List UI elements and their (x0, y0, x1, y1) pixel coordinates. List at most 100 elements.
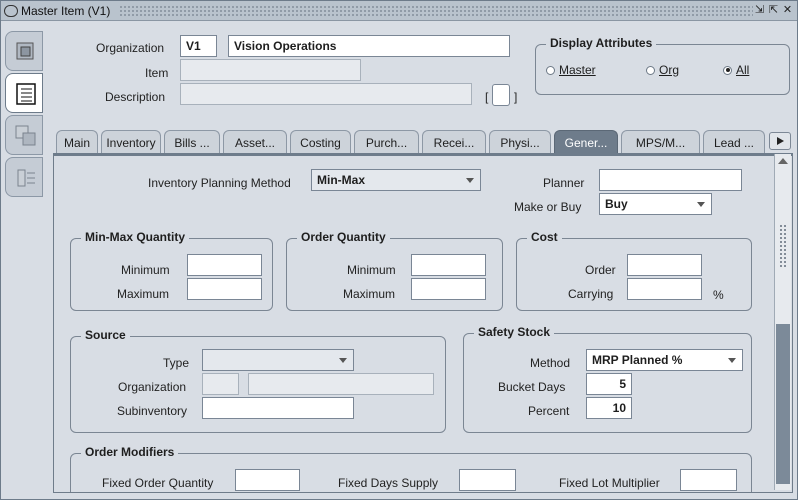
tree-tab[interactable] (5, 157, 43, 197)
tab-main[interactable]: Main (56, 130, 98, 154)
cost-order-label: Order (585, 263, 616, 277)
source-subinventory-field[interactable] (202, 397, 354, 419)
safety-stock-method-select[interactable]: MRP Planned % (586, 349, 743, 371)
source-type-label: Type (163, 356, 190, 370)
description-label: Description (105, 90, 166, 104)
fixed-lot-multiplier-field[interactable] (680, 469, 737, 491)
source-type-select[interactable] (202, 349, 354, 371)
radio-org-label: Org (659, 63, 680, 77)
source-organization-label: Organization (118, 380, 187, 394)
list-icon (16, 83, 36, 105)
inventory-planning-method-select[interactable]: Min-Max (311, 169, 481, 191)
planner-field[interactable] (599, 169, 742, 191)
tab-purchasing[interactable]: Purch... (354, 130, 419, 154)
tab-scroll-right-button[interactable] (769, 132, 791, 150)
safety-stock-percent-field[interactable]: 10 (586, 397, 632, 419)
cost-carrying-field[interactable] (627, 278, 702, 300)
order-quantity-maximum-field[interactable] (411, 278, 486, 300)
cost-title: Cost (527, 230, 562, 244)
tab-receiving[interactable]: Recei... (422, 130, 486, 154)
tab-bills[interactable]: Bills ... (164, 130, 220, 154)
source-title: Source (81, 328, 130, 342)
tab-costing[interactable]: Costing (290, 130, 351, 154)
safety-stock-method-value: MRP Planned % (592, 353, 683, 367)
cost-percent-sign: % (713, 288, 724, 302)
organization-code-field[interactable]: V1 (180, 35, 217, 57)
bucket-days-field[interactable]: 5 (586, 373, 632, 395)
order-modifiers-group: Order Modifiers Fixed Order Quantity Fix… (70, 445, 752, 492)
inventory-planning-method-label: Inventory Planning Method (148, 176, 291, 190)
safety-stock-percent-label: Percent (528, 404, 570, 418)
tab-strip: Main Inventory Bills ... Asset... Costin… (53, 130, 795, 154)
tab-asset[interactable]: Asset... (223, 130, 287, 154)
scroll-up-icon[interactable] (778, 158, 788, 164)
safety-stock-group: Safety Stock Method MRP Planned % Bucket… (463, 325, 752, 433)
item-label: Item (145, 66, 169, 80)
order-quantity-group: Order Quantity Minimum Maximum (286, 230, 503, 311)
source-group: Source Type Organization Subinventory (70, 328, 446, 433)
tab-inventory[interactable]: Inventory (101, 130, 161, 154)
radio-org[interactable]: Org (646, 63, 679, 77)
tab-physical[interactable]: Physi... (489, 130, 551, 154)
tab-lead-times[interactable]: Lead ... (703, 130, 765, 154)
list-tab[interactable] (5, 73, 43, 113)
minimize-icon[interactable]: ⇲ (753, 3, 766, 18)
organization-name-field[interactable]: Vision Operations (228, 35, 510, 57)
cost-carrying-label: Carrying (568, 287, 614, 301)
scroll-thumb[interactable] (776, 324, 790, 484)
vertical-scrollbar[interactable] (774, 154, 791, 490)
minmax-minimum-field[interactable] (187, 254, 262, 276)
chevron-down-icon (466, 178, 474, 183)
chevron-down-icon (697, 202, 705, 207)
fixed-order-quantity-field[interactable] (235, 469, 300, 491)
radio-master-label: Master (559, 63, 596, 77)
source-organization-name-field[interactable] (248, 373, 434, 395)
source-subinventory-label: Subinventory (117, 404, 188, 418)
title-bar-pattern (119, 5, 753, 16)
tab-mps-mrp[interactable]: MPS/M... (621, 130, 700, 154)
minmax-quantity-group: Min-Max Quantity Minimum Maximum (70, 230, 273, 311)
fixed-days-supply-field[interactable] (459, 469, 516, 491)
radio-all-dot (723, 65, 732, 75)
order-quantity-title: Order Quantity (297, 230, 390, 244)
chevron-down-icon (339, 358, 347, 363)
master-item-window: Master Item (V1) ⇲ ⇱ ✕ Organization V1 V… (0, 0, 798, 500)
window-icon (4, 5, 18, 17)
bracket-right: ] (514, 90, 518, 104)
window-title: Master Item (V1) (21, 4, 111, 18)
order-quantity-minimum-label: Minimum (347, 263, 396, 277)
make-or-buy-select[interactable]: Buy (599, 193, 712, 215)
scroll-grip (779, 224, 787, 268)
radio-master[interactable]: Master (546, 63, 596, 77)
bucket-days-label: Bucket Days (498, 380, 566, 394)
order-quantity-maximum-label: Maximum (343, 287, 396, 301)
general-planning-panel: Inventory Planning Method Min-Max Planne… (53, 153, 793, 493)
descriptive-flexfield-button[interactable] (492, 84, 510, 106)
minmax-maximum-field[interactable] (187, 278, 262, 300)
display-attributes-group: Display Attributes Master Org All (535, 36, 790, 95)
minmax-quantity-title: Min-Max Quantity (81, 230, 190, 244)
close-icon[interactable]: ✕ (781, 3, 794, 18)
safety-stock-title: Safety Stock (474, 325, 555, 339)
image-tab[interactable] (5, 115, 43, 155)
cost-order-field[interactable] (627, 254, 702, 276)
radio-org-dot (646, 65, 655, 75)
source-organization-code-field[interactable] (202, 373, 239, 395)
description-field[interactable] (180, 83, 472, 105)
maximize-icon[interactable]: ⇱ (767, 3, 780, 18)
order-modifiers-title: Order Modifiers (81, 445, 179, 459)
make-or-buy-label: Make or Buy (514, 200, 582, 214)
title-bar[interactable]: Master Item (V1) ⇲ ⇱ ✕ (1, 1, 797, 21)
item-field[interactable] (180, 59, 361, 81)
safety-stock-method-label: Method (530, 356, 571, 370)
planner-label: Planner (543, 176, 585, 190)
chevron-down-icon (728, 358, 736, 363)
tab-general-planning[interactable]: Gener... (554, 130, 618, 154)
fixed-lot-multiplier-label: Fixed Lot Multiplier (559, 476, 660, 490)
item-detail-tab[interactable] (5, 31, 43, 71)
radio-all-label: All (736, 63, 750, 77)
fixed-days-supply-label: Fixed Days Supply (338, 476, 439, 490)
order-quantity-minimum-field[interactable] (411, 254, 486, 276)
tree-icon (17, 169, 35, 187)
radio-all[interactable]: All (723, 63, 749, 77)
